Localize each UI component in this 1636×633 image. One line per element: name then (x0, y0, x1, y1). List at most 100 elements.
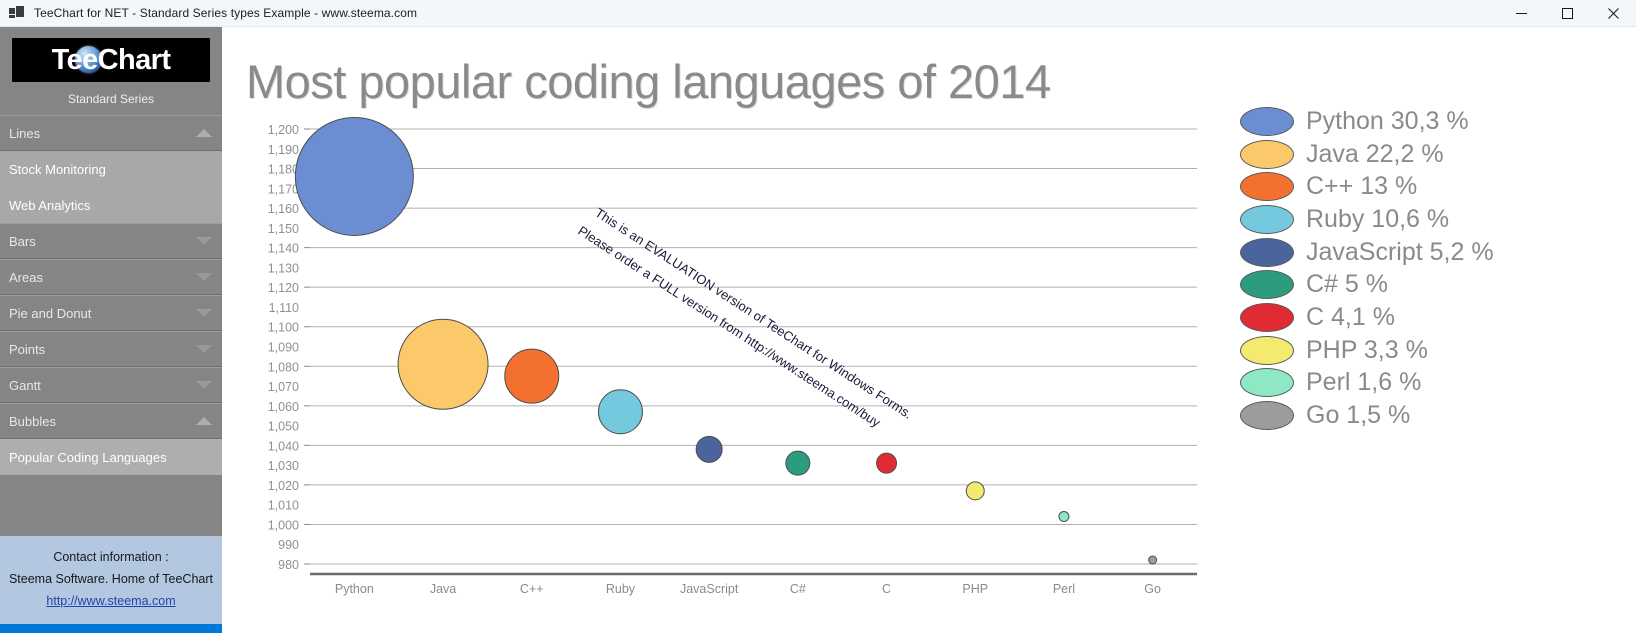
sidebar-item-popular-coding-languages[interactable]: Popular Coding Languages (0, 439, 222, 475)
sidebar-category-gantt[interactable]: Gantt (0, 367, 222, 403)
logo-text: TeeChart (51, 43, 171, 76)
chevron-down-icon (196, 309, 212, 317)
svg-text:1,150: 1,150 (268, 222, 299, 236)
svg-text:This is an EVALUATION version: This is an EVALUATION version of TeeChar… (592, 205, 915, 422)
logo-container: TeeChart (0, 27, 222, 82)
svg-text:1,010: 1,010 (268, 499, 299, 513)
chart-panel: Most popular coding languages of 2014 1,… (222, 27, 1636, 633)
svg-text:1,140: 1,140 (268, 242, 299, 256)
svg-text:1,030: 1,030 (268, 459, 299, 473)
svg-text:1,170: 1,170 (268, 182, 299, 196)
legend-row[interactable]: Ruby 10,6 % (1240, 203, 1630, 236)
legend-row[interactable]: Python 30,3 % (1240, 105, 1630, 138)
sidebar-category-lines[interactable]: Lines (0, 115, 222, 151)
x-axis-tick-labels: Python Java C++ Ruby JavaScript C# C PHP Perl Go (335, 582, 1161, 596)
legend-color-swatch (1240, 335, 1294, 365)
svg-text:PHP: PHP (962, 582, 988, 596)
legend-color-swatch (1240, 401, 1294, 431)
legend-color-swatch (1240, 106, 1294, 136)
legend-row[interactable]: PHP 3,3 % (1240, 334, 1630, 367)
svg-text:JavaScript: JavaScript (680, 582, 739, 596)
svg-text:1,200: 1,200 (268, 123, 299, 137)
legend-label: Go 1,5 % (1306, 401, 1411, 430)
svg-text:1,040: 1,040 (268, 439, 299, 453)
sidebar-category-bubbles[interactable]: Bubbles (0, 403, 222, 439)
legend-color-swatch (1240, 204, 1294, 234)
window-title-bar: TeeChart for NET - Standard Series types… (0, 0, 1636, 27)
maximize-icon (1561, 7, 1573, 19)
contact-information-panel: Contact information : Steema Software. H… (0, 536, 222, 624)
legend-row[interactable]: JavaScript 5,2 % (1240, 236, 1630, 269)
sidebar-menu: Lines Stock Monitoring Web Analytics Bar… (0, 115, 222, 475)
svg-text:C++: C++ (520, 582, 544, 596)
legend-label: C# 5 % (1306, 270, 1388, 299)
sidebar-category-bars[interactable]: Bars (0, 223, 222, 259)
bubble-series (294, 116, 1158, 565)
contact-heading: Contact information : (53, 550, 169, 564)
svg-text:1,050: 1,050 (268, 420, 299, 434)
chevron-down-icon (196, 237, 212, 245)
sidebar-category-points[interactable]: Points (0, 331, 222, 367)
minimize-button[interactable] (1498, 0, 1544, 27)
svg-text:Go: Go (1144, 582, 1161, 596)
close-button[interactable] (1590, 0, 1636, 27)
chevron-down-icon (196, 345, 212, 353)
svg-text:1,020: 1,020 (268, 479, 299, 493)
minimize-icon (1515, 12, 1527, 14)
svg-text:1,060: 1,060 (268, 400, 299, 414)
svg-text:1,160: 1,160 (268, 202, 299, 216)
svg-text:1,080: 1,080 (268, 360, 299, 374)
legend-row[interactable]: Perl 1,6 % (1240, 367, 1630, 400)
svg-text:C: C (882, 582, 891, 596)
legend-label: C 4,1 % (1306, 302, 1395, 331)
sidebar-item-stock-monitoring[interactable]: Stock Monitoring (0, 151, 222, 187)
legend-label: JavaScript 5,2 % (1306, 237, 1494, 266)
maximize-button[interactable] (1544, 0, 1590, 27)
sidebar-item-web-analytics[interactable]: Web Analytics (0, 187, 222, 223)
svg-text:1,190: 1,190 (268, 143, 299, 157)
svg-text:Java: Java (430, 582, 456, 596)
sidebar-item-label: Web Analytics (9, 197, 91, 213)
window-controls (1498, 0, 1636, 27)
legend-row[interactable]: Java 22,2 % (1240, 138, 1630, 171)
legend-color-swatch (1240, 368, 1294, 398)
legend-label: Java 22,2 % (1306, 139, 1444, 168)
sidebar-submenu-bubbles: Popular Coding Languages (0, 439, 222, 475)
svg-text:1,120: 1,120 (268, 281, 299, 295)
svg-text:C#: C# (790, 582, 806, 596)
logo-subtitle: Standard Series (67, 92, 155, 106)
sidebar-category-label: Bubbles (9, 413, 56, 429)
sidebar-category-pie-and-donut[interactable]: Pie and Donut (0, 295, 222, 331)
window-title: TeeChart for NET - Standard Series types… (34, 6, 418, 20)
sidebar-item-label: Popular Coding Languages (9, 449, 167, 465)
legend-color-swatch (1240, 302, 1294, 332)
legend-color-swatch (1240, 139, 1294, 169)
legend-color-swatch (1240, 172, 1294, 202)
close-icon (1607, 7, 1619, 19)
app-window-icon (9, 5, 25, 21)
contact-website-link[interactable]: http://www.steema.com (46, 594, 175, 608)
svg-text:Python: Python (335, 582, 374, 596)
sidebar-category-label: Points (9, 341, 46, 357)
legend-row[interactable]: C 4,1 % (1240, 301, 1630, 334)
svg-text:980: 980 (278, 558, 299, 572)
legend-row[interactable]: Go 1,5 % (1240, 399, 1630, 432)
sidebar-category-label: Lines (9, 125, 41, 141)
legend-row[interactable]: C++ 13 % (1240, 170, 1630, 203)
legend-label: C++ 13 % (1306, 172, 1418, 201)
sidebar-category-areas[interactable]: Areas (0, 259, 222, 295)
svg-text:990: 990 (278, 538, 299, 552)
sidebar-category-label: Areas (9, 269, 43, 285)
svg-text:1,000: 1,000 (268, 518, 299, 532)
legend-row[interactable]: C# 5 % (1240, 268, 1630, 301)
sidebar-category-label: Bars (9, 233, 36, 249)
taskbar-accent-strip (0, 624, 222, 633)
legend-color-swatch (1240, 270, 1294, 300)
svg-text:1,100: 1,100 (268, 321, 299, 335)
chevron-down-icon (196, 381, 212, 389)
sidebar-item-label: Stock Monitoring (9, 161, 106, 177)
legend-color-swatch (1240, 237, 1294, 267)
legend-label: Perl 1,6 % (1306, 368, 1422, 397)
sidebar-category-label: Pie and Donut (9, 305, 92, 321)
sidebar: TeeChart Standard Series Lines Stock Mon… (0, 27, 222, 633)
